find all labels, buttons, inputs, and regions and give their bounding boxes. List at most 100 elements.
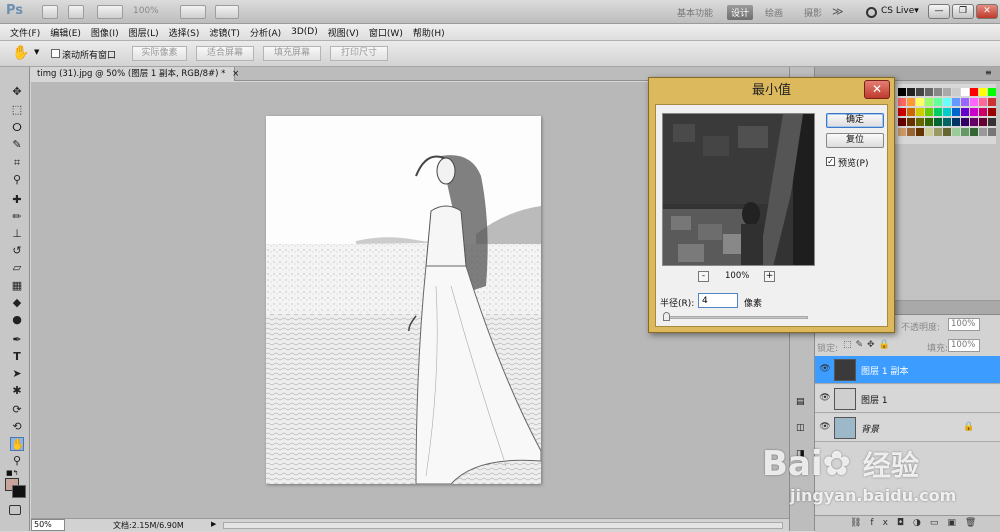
color-swatch[interactable] — [898, 118, 906, 126]
color-swatch[interactable] — [916, 108, 924, 116]
radius-slider-track[interactable] — [666, 316, 808, 319]
fill-input[interactable]: 100% — [948, 339, 980, 352]
color-swatch[interactable] — [988, 108, 996, 116]
launch-mini-bridge-button[interactable] — [68, 5, 84, 19]
zoom-in-button[interactable]: + — [764, 271, 775, 282]
color-swatch[interactable] — [925, 98, 933, 106]
zoom-tool-icon[interactable]: ⚲ — [10, 454, 24, 468]
workspace-design[interactable]: 设计 — [727, 5, 754, 20]
menu-window[interactable]: 窗口(W) — [369, 26, 403, 39]
restore-button[interactable]: ❐ — [952, 4, 974, 19]
layer-row[interactable]: 👁 图层 1 — [815, 385, 1000, 413]
clone-stamp-tool-icon[interactable]: ⊥ — [10, 227, 24, 241]
color-swatch[interactable] — [934, 118, 942, 126]
color-swatch[interactable] — [907, 98, 915, 106]
menu-select[interactable]: 选择(S) — [169, 26, 200, 39]
3d-rotate-tool-icon[interactable]: ⟳ — [10, 403, 24, 417]
move-tool-icon[interactable]: ✥ — [10, 85, 24, 99]
pen-tool-icon[interactable]: ✒ — [10, 333, 24, 347]
color-swatch[interactable] — [952, 128, 960, 136]
opacity-input[interactable]: 100% — [948, 318, 980, 331]
color-swatch[interactable] — [916, 118, 924, 126]
quick-mask-icon[interactable] — [9, 505, 21, 515]
color-swatch[interactable] — [970, 118, 978, 126]
blur-tool-icon[interactable]: ◆ — [10, 296, 24, 310]
workspace-essentials[interactable]: 基本功能 — [673, 5, 717, 20]
color-swatch[interactable] — [925, 128, 933, 136]
menu-filter[interactable]: 滤镜(T) — [209, 26, 240, 39]
status-zoom-field[interactable]: 50% — [31, 519, 65, 531]
marquee-tool-icon[interactable]: ⬚ — [10, 103, 24, 117]
panel-shortcut-icon[interactable]: ▤ — [796, 397, 808, 409]
fit-screen-button[interactable]: 适合屏幕 — [196, 46, 254, 61]
color-swatch[interactable] — [979, 128, 987, 136]
menu-help[interactable]: 帮助(H) — [413, 26, 445, 39]
brush-tool-icon[interactable]: ✏ — [10, 210, 24, 224]
lasso-tool-icon[interactable]: ⵔ — [10, 121, 24, 135]
document-tab-close-icon[interactable]: × — [232, 69, 239, 79]
color-swatch[interactable] — [988, 128, 996, 136]
sketch-photo-canvas[interactable] — [266, 116, 541, 484]
color-swatch[interactable] — [943, 88, 951, 96]
menu-file[interactable]: 文件(F) — [10, 26, 40, 39]
color-swatch[interactable] — [943, 118, 951, 126]
color-swatch[interactable] — [898, 98, 906, 106]
scroll-all-windows-checkbox[interactable] — [51, 49, 60, 58]
color-swatch[interactable] — [970, 108, 978, 116]
eyedropper-tool-icon[interactable]: ⚲ — [10, 173, 24, 187]
color-swatch[interactable] — [907, 128, 915, 136]
color-swatch[interactable] — [898, 88, 906, 96]
color-swatch[interactable] — [907, 118, 915, 126]
eye-icon[interactable]: 👁 — [819, 422, 831, 434]
color-swatch[interactable] — [934, 98, 942, 106]
cs-live-menu[interactable]: CS Live▾ — [881, 6, 919, 16]
print-size-button[interactable]: 打印尺寸 — [330, 46, 388, 61]
color-swatch[interactable] — [898, 128, 906, 136]
view-extras-dropdown[interactable] — [97, 5, 123, 19]
screen-mode-dropdown[interactable] — [215, 5, 239, 19]
layer-action-icons[interactable]: ⛓fx◘◑▭▣🗑 — [850, 518, 985, 528]
minimize-button[interactable]: — — [928, 4, 950, 19]
fill-screen-button[interactable]: 填充屏幕 — [263, 46, 321, 61]
gradient-tool-icon[interactable]: ▦ — [10, 279, 24, 293]
color-swatch[interactable] — [916, 128, 924, 136]
type-tool-icon[interactable]: T — [10, 350, 24, 364]
layer-row-background[interactable]: 👁 背景 🔒 — [815, 414, 1000, 442]
healing-brush-tool-icon[interactable]: ✚ — [10, 193, 24, 207]
workspace-photography[interactable]: 摄影 — [800, 5, 826, 20]
color-swatch[interactable] — [934, 108, 942, 116]
color-swatch[interactable] — [988, 118, 996, 126]
menu-analysis[interactable]: 分析(A) — [250, 26, 281, 39]
preview-checkbox[interactable]: ✓ — [826, 157, 835, 166]
menu-layer[interactable]: 图层(L) — [129, 26, 159, 39]
color-swatch[interactable] — [961, 98, 969, 106]
dodge-tool-icon[interactable]: ● — [10, 313, 24, 327]
eraser-tool-icon[interactable]: ▱ — [10, 261, 24, 275]
filter-preview[interactable] — [662, 113, 815, 266]
hand-tool-icon[interactable]: ✋ — [10, 437, 25, 451]
color-swatch[interactable] — [916, 88, 924, 96]
color-swatch[interactable] — [943, 98, 951, 106]
shape-tool-icon[interactable]: ✱ — [10, 384, 24, 398]
arrange-documents-dropdown[interactable] — [180, 5, 206, 19]
crop-tool-icon[interactable]: ⌗ — [10, 156, 24, 170]
history-brush-tool-icon[interactable]: ↺ — [10, 244, 24, 258]
document-tab[interactable]: timg (31).jpg @ 50% (图层 1 副本, RGB/8#) * … — [31, 67, 239, 81]
color-swatch[interactable] — [916, 98, 924, 106]
panel-shortcut-icon[interactable]: ◫ — [796, 423, 808, 435]
path-selection-tool-icon[interactable]: ➤ — [10, 367, 24, 381]
menu-edit[interactable]: 编辑(E) — [50, 26, 81, 39]
color-swatch[interactable] — [907, 108, 915, 116]
status-menu-icon[interactable]: ▶ — [211, 520, 216, 528]
color-swatch[interactable] — [934, 88, 942, 96]
ok-button[interactable]: 确定 — [826, 113, 884, 128]
eye-icon[interactable]: 👁 — [819, 364, 831, 376]
color-swatch[interactable] — [907, 88, 915, 96]
eye-icon[interactable]: 👁 — [819, 393, 831, 405]
color-swatch[interactable] — [970, 128, 978, 136]
color-swatch[interactable] — [943, 108, 951, 116]
color-swatch[interactable] — [952, 88, 960, 96]
color-swatch[interactable] — [979, 88, 987, 96]
actual-pixels-button[interactable]: 实际像素 — [132, 46, 187, 61]
layer-row-copy[interactable]: 👁 图层 1 副本 — [815, 356, 1000, 384]
